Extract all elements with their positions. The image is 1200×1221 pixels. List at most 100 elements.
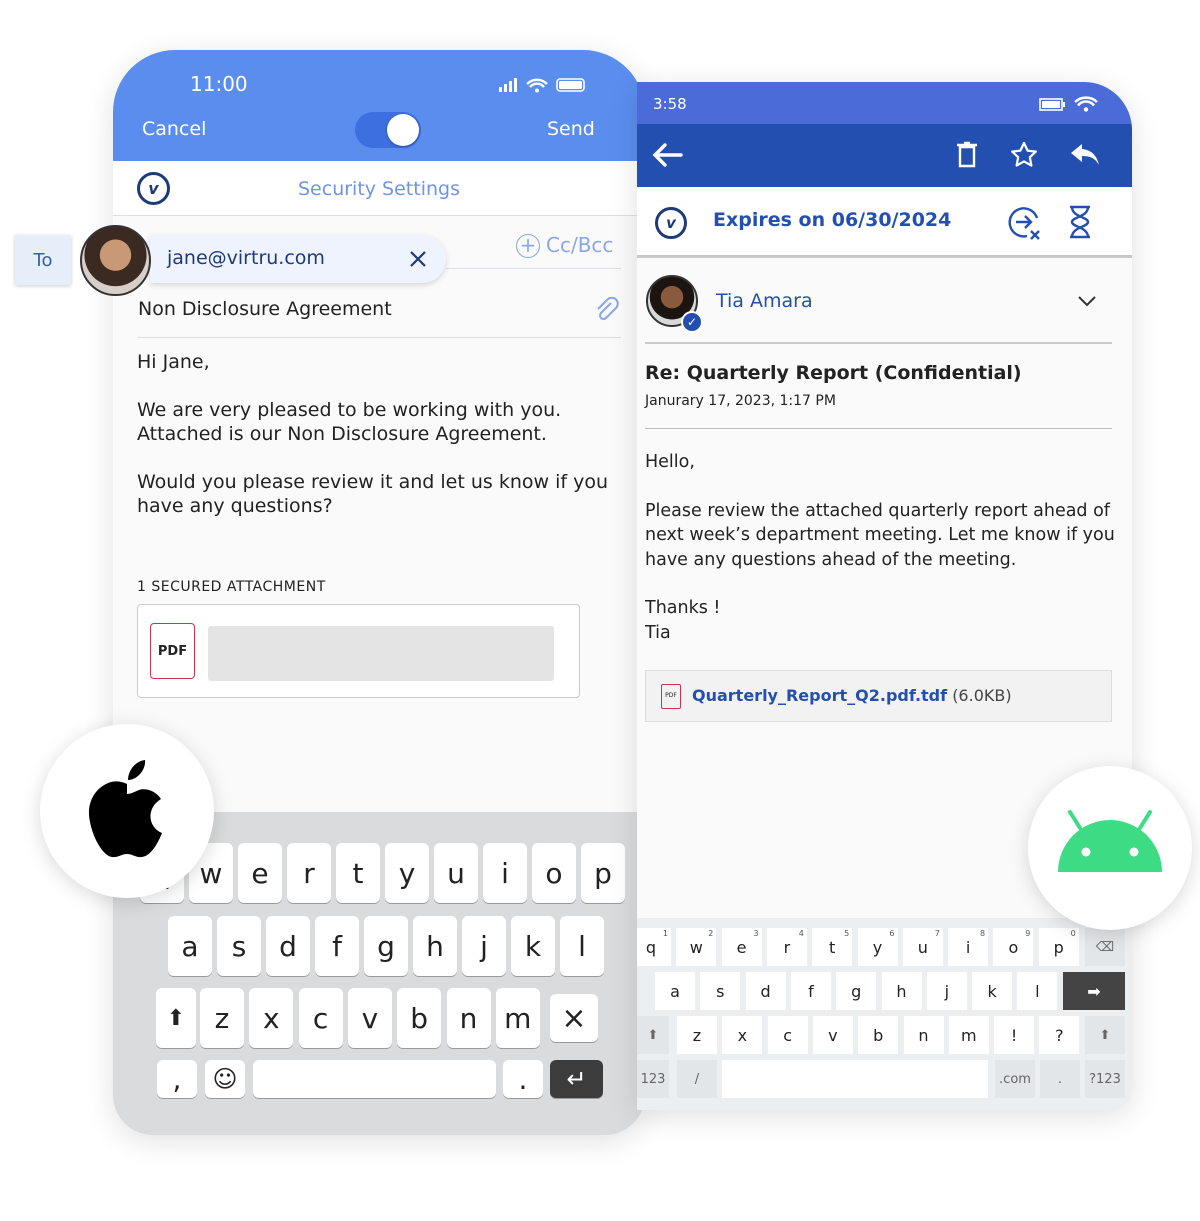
key-y[interactable]: y6 (857, 928, 898, 966)
key-j[interactable]: j (462, 916, 506, 976)
key-a[interactable]: a (655, 972, 695, 1010)
star-icon[interactable] (1010, 141, 1038, 169)
key-j[interactable]: j (926, 972, 967, 1010)
attachments-heading: 1 SECURED ATTACHMENT (137, 579, 326, 595)
subject-field[interactable]: Non Disclosure Agreement (138, 298, 392, 320)
divider (645, 342, 1112, 344)
key-![interactable]: ! (994, 1016, 1035, 1054)
key-v[interactable]: v (347, 988, 392, 1048)
key-q[interactable]: q1 (637, 928, 671, 966)
key-n[interactable]: n (903, 1016, 944, 1054)
key-v[interactable]: v (812, 1016, 853, 1054)
key-h[interactable]: h (881, 972, 922, 1010)
key-g[interactable]: g (364, 916, 408, 976)
key-i[interactable]: i8 (948, 928, 989, 966)
key-u[interactable]: u (434, 843, 478, 903)
key-p[interactable]: p (581, 843, 625, 903)
remove-recipient-icon[interactable] (408, 249, 428, 273)
ccbcc-button[interactable]: + Cc/Bcc (446, 233, 621, 269)
recipient-email: jane@virtru.com (167, 247, 325, 269)
message-body[interactable]: Hi Jane, We are very pleased to be worki… (137, 350, 608, 518)
key-m[interactable]: m (948, 1016, 989, 1054)
comma-key[interactable]: , (157, 1060, 197, 1098)
space-key[interactable] (722, 1060, 988, 1098)
key-a[interactable]: a (168, 916, 212, 976)
slash-key[interactable]: / (677, 1060, 717, 1098)
hourglass-icon[interactable] (1068, 205, 1092, 239)
attachment-card[interactable]: PDF (137, 604, 580, 698)
trash-icon[interactable] (955, 141, 979, 169)
revoke-access-icon[interactable] (1007, 205, 1043, 241)
key-o[interactable]: o9 (993, 928, 1034, 966)
send-button[interactable]: Send (547, 118, 595, 140)
expires-label: Expires on 06/30/2024 (713, 209, 952, 231)
key-u[interactable]: u7 (902, 928, 943, 966)
key-s[interactable]: s (700, 972, 741, 1010)
key-l[interactable]: l (560, 916, 604, 976)
key-z[interactable]: z (200, 988, 244, 1048)
security-settings-bar[interactable]: v Security Settings (113, 161, 645, 216)
key-y[interactable]: y (385, 843, 429, 903)
email-body: Hello, Please review the attached quarte… (645, 452, 1115, 643)
key-l[interactable]: l (1017, 972, 1058, 1010)
recipient-chip[interactable]: jane@virtru.com (150, 235, 446, 283)
to-label: To (15, 235, 71, 285)
key-b[interactable]: b (397, 988, 442, 1048)
key-h[interactable]: h (413, 916, 457, 976)
key-f[interactable]: f (790, 972, 831, 1010)
key-c[interactable]: c (298, 988, 343, 1048)
recipient-avatar (80, 225, 151, 296)
key-t[interactable]: t5 (812, 928, 853, 966)
key-c[interactable]: c (767, 1016, 808, 1054)
key-w[interactable]: w2 (676, 928, 717, 966)
dotcom-key[interactable]: .com (995, 1060, 1035, 1098)
key-t[interactable]: t (336, 843, 380, 903)
key-i[interactable]: i (483, 843, 527, 903)
android-badge (1028, 766, 1192, 930)
numbers-key[interactable]: 123 (637, 1060, 669, 1098)
key-d[interactable]: d (745, 972, 786, 1010)
key-x[interactable]: x (249, 988, 294, 1048)
key-z[interactable]: z (677, 1016, 717, 1054)
symbols-key[interactable]: ?123 (1085, 1060, 1125, 1098)
emoji-key[interactable]: ☺ (205, 1060, 245, 1098)
reply-icon[interactable] (1070, 142, 1100, 168)
key-o[interactable]: o (532, 843, 576, 903)
shift-key[interactable]: ⬆ (637, 1016, 669, 1054)
cancel-button[interactable]: Cancel (142, 118, 206, 140)
key-?[interactable]: ? (1039, 1016, 1080, 1054)
key-e[interactable]: e (238, 843, 282, 903)
key-k[interactable]: k (972, 972, 1013, 1010)
attachment-row[interactable]: PDF Quarterly_Report_Q2.pdf.tdf (6.0KB) (645, 670, 1112, 722)
android-email-screen: 3:58 v Expires on 06/30/2024 ✓ Tia Amara… (637, 82, 1132, 1110)
key-s[interactable]: s (217, 916, 261, 976)
security-toggle[interactable] (355, 112, 421, 148)
return-key[interactable]: ↵ (550, 1060, 603, 1098)
key-p[interactable]: p0 (1038, 928, 1079, 966)
key-k[interactable]: k (511, 916, 555, 976)
back-arrow-icon[interactable] (651, 142, 683, 168)
space-key[interactable] (253, 1060, 496, 1098)
key-r[interactable]: r4 (766, 928, 807, 966)
period-key[interactable]: . (503, 1060, 543, 1098)
key-r[interactable]: r (287, 843, 331, 903)
key-m[interactable]: m (495, 988, 540, 1048)
shift-key[interactable]: ⬆ (156, 988, 196, 1048)
key-f[interactable]: f (315, 916, 359, 976)
dot-key[interactable]: . (1040, 1060, 1080, 1098)
chevron-down-icon[interactable] (1077, 294, 1097, 308)
key-x[interactable]: x (722, 1016, 763, 1054)
attachment-name-placeholder (208, 626, 554, 681)
shift-key-right[interactable]: ⬆ (1085, 1016, 1125, 1054)
attachment-label[interactable]: Quarterly_Report_Q2.pdf.tdf (6.0KB) (692, 686, 1012, 705)
delete-key[interactable]: × (550, 994, 598, 1042)
backspace-key[interactable]: ⌫ (1085, 928, 1125, 966)
key-e[interactable]: e3 (721, 928, 762, 966)
key-g[interactable]: g (836, 972, 877, 1010)
next-key[interactable]: ➡ (1063, 972, 1125, 1010)
key-n[interactable]: n (446, 988, 491, 1048)
paperclip-icon[interactable] (595, 296, 619, 327)
key-b[interactable]: b (858, 1016, 899, 1054)
divider (645, 428, 1112, 429)
key-d[interactable]: d (266, 916, 310, 976)
